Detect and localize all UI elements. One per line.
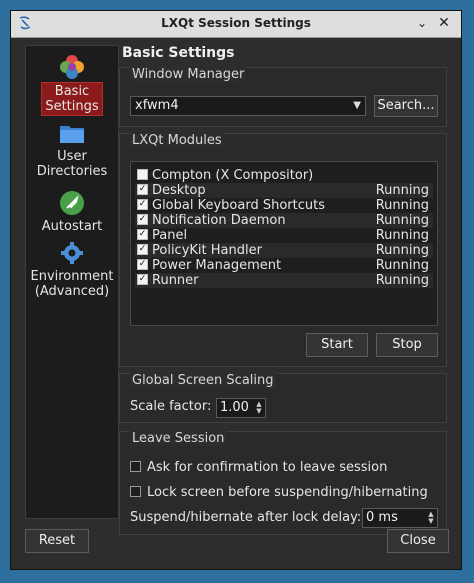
module-name: Panel	[152, 228, 188, 243]
module-name: Global Keyboard Shortcuts	[152, 198, 325, 213]
sidebar-item-autostart[interactable]: Autostart	[26, 190, 118, 235]
group-title: Window Manager	[130, 67, 247, 82]
spin-arrows-icon[interactable]: ▲ ▼	[427, 511, 435, 525]
scale-factor-value: 1.00	[220, 400, 249, 415]
sidebar-item-label: User	[57, 149, 87, 164]
list-item[interactable]: ✓ Desktop Running	[135, 183, 433, 198]
window-manager-group: Window Manager xfwm4 ▼ Search...	[119, 67, 447, 127]
group-title: LXQt Modules	[130, 133, 224, 148]
lock-screen-checkbox[interactable]: Lock screen before suspending/hibernatin…	[130, 485, 428, 500]
list-item[interactable]: Compton (X Compositor)	[135, 168, 433, 183]
module-status: Running	[375, 183, 429, 198]
module-checkbox[interactable]	[137, 169, 148, 180]
minimize-icon[interactable]: ⌄	[413, 14, 431, 32]
module-name: Compton (X Compositor)	[152, 168, 314, 183]
module-status: Running	[375, 243, 429, 258]
confirm-leave-checkbox[interactable]: Ask for confirmation to leave session	[130, 460, 387, 475]
checkbox-box[interactable]	[130, 486, 141, 497]
page-title: Basic Settings	[122, 45, 235, 61]
module-checkbox[interactable]: ✓	[137, 214, 148, 225]
folder-icon	[59, 120, 85, 146]
list-item[interactable]: ✓ Runner Running	[135, 273, 433, 288]
module-status: Running	[375, 258, 429, 273]
list-item[interactable]: ✓ Panel Running	[135, 228, 433, 243]
scale-factor-spinbox[interactable]: 1.00 ▲ ▼	[216, 398, 266, 418]
module-checkbox[interactable]: ✓	[137, 274, 148, 285]
session-settings-window: LXQt Session Settings ⌄ ✕ BasicSettings	[10, 10, 462, 570]
module-status: Running	[375, 273, 429, 288]
lock-delay-label: Suspend/hibernate after lock delay:	[130, 510, 362, 525]
module-name: Notification Daemon	[152, 213, 286, 228]
chevron-down-icon: ▼	[353, 100, 361, 111]
lock-screen-label: Lock screen before suspending/hibernatin…	[147, 485, 428, 500]
confirm-leave-label: Ask for confirmation to leave session	[147, 460, 388, 475]
stop-button[interactable]: Stop	[376, 333, 438, 357]
module-checkbox[interactable]: ✓	[137, 199, 148, 210]
checkbox-box[interactable]	[130, 461, 141, 472]
sidebar-item-label: Environment	[30, 269, 114, 284]
module-status: Running	[375, 213, 429, 228]
gear-icon	[59, 240, 85, 266]
scaling-group: Global Screen Scaling Scale factor: 1.00…	[119, 373, 447, 423]
module-status: Running	[375, 198, 429, 213]
modules-list: Compton (X Compositor) ✓ Desktop Running …	[130, 161, 438, 326]
window-manager-combo[interactable]: xfwm4 ▼	[130, 96, 366, 116]
close-icon[interactable]: ✕	[435, 14, 453, 32]
scale-factor-label: Scale factor:	[130, 399, 212, 414]
sidebar-item-label: Settings	[45, 99, 99, 114]
title-bar: LXQt Session Settings ⌄ ✕	[11, 11, 461, 38]
module-name: PolicyKit Handler	[152, 243, 262, 258]
lock-delay-spinbox[interactable]: 0 ms ▲ ▼	[362, 508, 438, 528]
list-item[interactable]: ✓ PolicyKit Handler Running	[135, 243, 433, 258]
window-manager-value: xfwm4	[135, 98, 179, 113]
list-item[interactable]: ✓ Notification Daemon Running	[135, 213, 433, 228]
sidebar-item-environment[interactable]: Environment (Advanced)	[26, 240, 118, 300]
sidebar-item-label: Directories	[36, 164, 108, 179]
module-checkbox[interactable]: ✓	[137, 184, 148, 195]
start-button[interactable]: Start	[306, 333, 368, 357]
sidebar-item-label: Autostart	[41, 219, 103, 234]
sidebar-item-label: (Advanced)	[34, 284, 110, 299]
basic-settings-icon	[59, 54, 85, 80]
sidebar-item-label: Basic	[54, 84, 90, 99]
leave-session-group: Leave Session Ask for confirmation to le…	[119, 431, 447, 535]
reset-button[interactable]: Reset	[25, 529, 89, 553]
lock-delay-value: 0 ms	[366, 510, 398, 525]
rocket-icon	[59, 190, 85, 216]
module-checkbox[interactable]: ✓	[137, 229, 148, 240]
modules-group: LXQt Modules Compton (X Compositor) ✓ Des…	[119, 133, 447, 367]
sidebar-item-basic-settings[interactable]: Basic Settings	[26, 54, 118, 116]
close-button[interactable]: Close	[387, 529, 449, 553]
window-title: LXQt Session Settings	[161, 16, 311, 30]
module-checkbox[interactable]: ✓	[137, 244, 148, 255]
module-status: Running	[375, 228, 429, 243]
module-checkbox[interactable]: ✓	[137, 259, 148, 270]
module-name: Desktop	[152, 183, 206, 198]
list-item[interactable]: ✓ Global Keyboard Shortcuts Running	[135, 198, 433, 213]
list-item[interactable]: ✓ Power Management Running	[135, 258, 433, 273]
search-button[interactable]: Search...	[374, 95, 438, 117]
module-name: Power Management	[152, 258, 282, 273]
sidebar-item-user-directories[interactable]: User Directories	[26, 120, 118, 180]
sidebar: Basic Settings User Directories Autostart	[25, 45, 119, 519]
spin-arrows-icon[interactable]: ▲ ▼	[255, 401, 263, 415]
group-title: Global Screen Scaling	[130, 373, 276, 388]
module-name: Runner	[152, 273, 199, 288]
group-title: Leave Session	[130, 431, 227, 446]
